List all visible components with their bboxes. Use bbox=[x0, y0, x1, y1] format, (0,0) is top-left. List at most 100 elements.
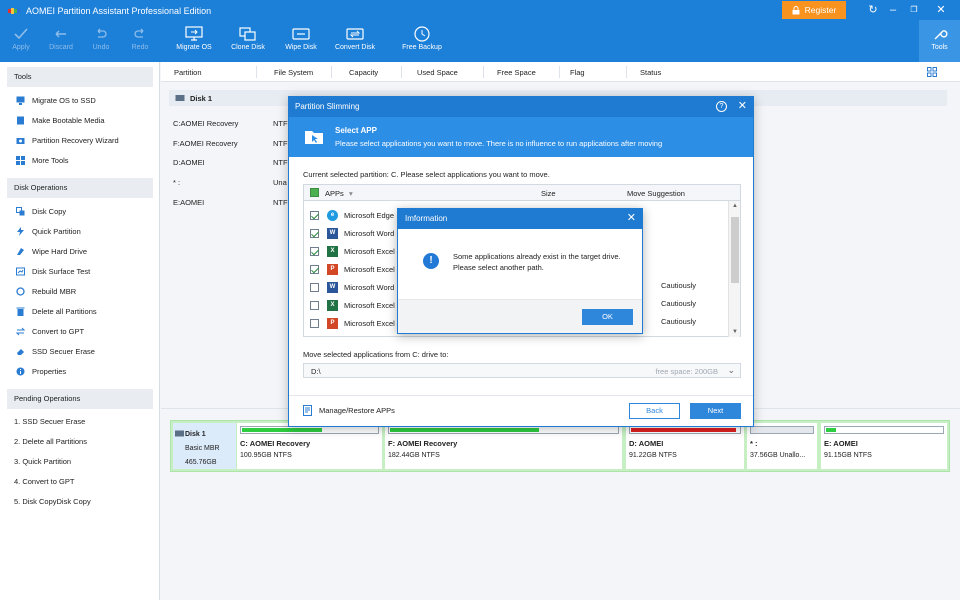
sidebar-item-quick-partition[interactable]: Quick Partition bbox=[0, 221, 159, 241]
app-checkbox[interactable] bbox=[310, 228, 319, 238]
refresh-icon[interactable]: ↻ bbox=[865, 3, 881, 17]
manage-restore-link[interactable]: Manage/Restore APPs bbox=[303, 405, 395, 416]
partition-detail: 91.22GB NTFS bbox=[629, 452, 677, 459]
excel-icon: X bbox=[327, 299, 338, 311]
disk-icon bbox=[175, 430, 184, 437]
col-move-suggestion[interactable]: Move Suggestion bbox=[627, 189, 685, 198]
table-row[interactable]: F:AOMEI Recovery NTF bbox=[173, 139, 288, 148]
col-used-space[interactable]: Used Space bbox=[417, 68, 458, 77]
destination-select[interactable]: D:\ free space: 200GB ⌄ bbox=[303, 363, 741, 378]
col-flag[interactable]: Flag bbox=[570, 68, 585, 77]
disk-ops-section-title: Disk Operations bbox=[7, 178, 153, 198]
minimize-icon[interactable]: – bbox=[885, 3, 901, 17]
table-row[interactable]: * : Una bbox=[173, 178, 287, 187]
sidebar-item-bootable-media[interactable]: Make Bootable Media bbox=[0, 110, 159, 130]
register-button[interactable]: Register bbox=[782, 1, 846, 19]
sidebar-item-convert-gpt[interactable]: Convert to GPT bbox=[0, 321, 159, 341]
pending-item: 2. Delete all Partitions bbox=[14, 437, 87, 446]
grid-icon bbox=[16, 155, 25, 165]
partition-block[interactable]: C: AOMEI Recovery 100.95GB NTFS bbox=[237, 423, 382, 469]
sidebar-item-disk-copy[interactable]: Disk Copy bbox=[0, 201, 159, 221]
col-apps[interactable]: APPs bbox=[325, 189, 344, 198]
powerpoint-icon: P bbox=[327, 263, 338, 275]
migrate-os-button[interactable]: Migrate OS bbox=[172, 24, 216, 60]
sidebar-item-more-tools[interactable]: More Tools bbox=[0, 150, 159, 170]
redo-button[interactable]: Redo bbox=[127, 24, 153, 60]
apply-button[interactable]: Apply bbox=[8, 24, 34, 60]
sidebar-item-delete-partitions[interactable]: Delete all Partitions bbox=[0, 301, 159, 321]
sidebar-item-label: Quick Partition bbox=[32, 226, 81, 236]
col-file-system[interactable]: File System bbox=[274, 68, 313, 77]
app-checkbox[interactable] bbox=[310, 282, 319, 292]
sidebar-item-properties[interactable]: Properties bbox=[0, 361, 159, 381]
sidebar-item-migrate-os[interactable]: Migrate OS to SSD bbox=[0, 90, 159, 110]
back-button[interactable]: Back bbox=[629, 403, 680, 419]
disk-map-type: Basic MBR bbox=[185, 445, 220, 452]
help-icon[interactable]: ? bbox=[716, 101, 727, 112]
scroll-thumb[interactable] bbox=[731, 217, 739, 283]
wipe-disk-icon bbox=[292, 28, 310, 40]
usage-bar bbox=[388, 426, 619, 434]
col-partition[interactable]: Partition bbox=[174, 68, 202, 77]
table-row[interactable]: D:AOMEI NTF bbox=[173, 158, 288, 167]
close-icon[interactable]: ✕ bbox=[627, 212, 636, 224]
sidebar-item-partition-recovery[interactable]: Partition Recovery Wizard bbox=[0, 130, 159, 150]
table-row[interactable]: E:AOMEI NTF bbox=[173, 198, 288, 207]
app-checkbox[interactable] bbox=[310, 318, 319, 328]
app-row[interactable]: W Microsoft Word bbox=[310, 224, 394, 242]
close-icon[interactable]: ✕ bbox=[933, 3, 949, 17]
app-row[interactable]: X Microsoft Excel bbox=[310, 296, 395, 314]
restore-icon[interactable]: ❐ bbox=[906, 3, 922, 17]
partition-block[interactable]: E: AOMEI 91.15GB NTFS bbox=[821, 423, 947, 469]
row-fs: NTF bbox=[273, 158, 288, 167]
ok-button[interactable]: OK bbox=[582, 309, 633, 325]
partition-block[interactable]: * : 37.56GB Unallo... bbox=[747, 423, 817, 469]
app-row[interactable]: P Microsoft Excel bbox=[310, 260, 395, 278]
disk-map-info[interactable]: Disk 1 Basic MBR 465.76GB bbox=[173, 423, 236, 469]
destination-path: D:\ bbox=[311, 367, 321, 376]
app-checkbox[interactable] bbox=[310, 264, 319, 274]
undo-button[interactable]: Undo bbox=[88, 24, 114, 60]
scroll-up-icon[interactable]: ▲ bbox=[729, 203, 741, 209]
select-all-checkbox[interactable] bbox=[310, 188, 319, 197]
app-row[interactable]: P Microsoft Excel bbox=[310, 314, 395, 332]
clone-disk-button[interactable]: Clone Disk bbox=[228, 24, 268, 60]
tools-button[interactable]: Tools bbox=[919, 20, 960, 62]
partition-block[interactable]: D: AOMEI 91.22GB NTFS bbox=[626, 423, 744, 469]
sidebar-item-ssd-erase[interactable]: SSD Secuer Erase bbox=[0, 341, 159, 361]
sidebar-item-label: Migrate OS to SSD bbox=[32, 95, 96, 105]
row-fs: NTF bbox=[273, 119, 288, 128]
sidebar-item-rebuild-mbr[interactable]: Rebuild MBR bbox=[0, 281, 159, 301]
view-toggle-icon[interactable] bbox=[927, 67, 937, 77]
app-row[interactable]: e Microsoft Edge bbox=[310, 206, 394, 224]
scroll-down-icon[interactable]: ▼ bbox=[729, 329, 741, 335]
close-icon[interactable]: ✕ bbox=[738, 100, 747, 112]
wipe-disk-button[interactable]: Wipe Disk bbox=[282, 24, 320, 60]
app-row[interactable]: X Microsoft Excel bbox=[310, 242, 395, 260]
table-row[interactable]: C:AOMEI Recovery NTF bbox=[173, 119, 288, 128]
sidebar-item-wipe-hard-drive[interactable]: Wipe Hard Drive bbox=[0, 241, 159, 261]
partition-block[interactable]: F: AOMEI Recovery 182.44GB NTFS bbox=[385, 423, 622, 469]
col-status[interactable]: Status bbox=[640, 68, 661, 77]
app-checkbox[interactable] bbox=[310, 210, 319, 220]
col-free-space[interactable]: Free Space bbox=[497, 68, 536, 77]
discard-button[interactable]: Discard bbox=[45, 24, 77, 60]
app-checkbox[interactable] bbox=[310, 300, 319, 310]
col-size[interactable]: Size bbox=[541, 189, 556, 198]
app-list-scrollbar[interactable]: ▲ ▼ bbox=[728, 201, 740, 337]
convert-disk-button[interactable]: Convert Disk bbox=[332, 24, 378, 60]
next-button[interactable]: Next bbox=[690, 403, 741, 419]
free-backup-button[interactable]: Free Backup bbox=[398, 24, 446, 60]
sidebar-item-surface-test[interactable]: Disk Surface Test bbox=[0, 261, 159, 281]
col-capacity[interactable]: Capacity bbox=[349, 68, 378, 77]
select-app-icon bbox=[305, 131, 323, 144]
app-row[interactable]: W Microsoft Word bbox=[310, 278, 394, 296]
pending-item: 3. Quick Partition bbox=[14, 457, 72, 466]
dialog-title-bar: Imformation ✕ bbox=[398, 209, 642, 229]
app-checkbox[interactable] bbox=[310, 246, 319, 256]
pending-item: 1. SSD Secuer Erase bbox=[14, 417, 86, 426]
sort-arrow-icon[interactable]: ▾ bbox=[349, 189, 353, 198]
partition-detail: 91.15GB NTFS bbox=[824, 452, 872, 459]
wipe-disk-label: Wipe Disk bbox=[285, 44, 317, 51]
info-icon bbox=[16, 367, 25, 375]
